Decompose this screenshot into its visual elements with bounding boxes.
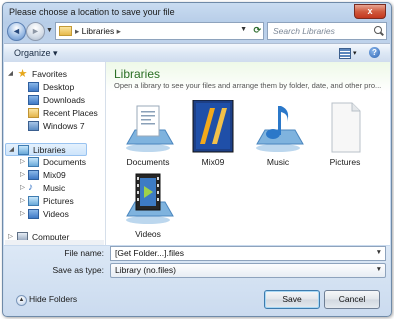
expand-arrow-icon[interactable]: ▷ xyxy=(8,232,13,240)
back-button[interactable]: ◄ xyxy=(7,22,26,41)
nav-horizontal-scrollbar[interactable] xyxy=(5,240,104,245)
star-icon: ★ xyxy=(17,68,28,80)
change-view-icon[interactable] xyxy=(339,48,351,59)
filename-label: File name: xyxy=(64,248,104,258)
organize-menu-button[interactable]: Organize ▾ xyxy=(14,48,58,59)
filename-input[interactable]: [Get Folder...].files xyxy=(115,248,184,258)
nav-item-label: Videos xyxy=(43,209,69,219)
nav-item-music[interactable]: ▷ ♪ Music xyxy=(4,182,105,195)
content-subtitle: Open a library to see your files and arr… xyxy=(114,81,382,90)
music-icon: ♪ xyxy=(28,182,33,193)
nav-item-label: Music xyxy=(43,183,66,193)
nav-item-label: Pictures xyxy=(43,196,74,206)
nav-item-label: Recent Places xyxy=(43,108,98,118)
path-chevron-icon[interactable]: ▸ xyxy=(117,26,121,36)
close-button[interactable]: x xyxy=(354,4,386,19)
recent-places-icon xyxy=(28,108,39,118)
search-box[interactable]: Search Libraries xyxy=(267,22,387,40)
savetype-value: Library (no.files) xyxy=(115,265,176,275)
documents-icon xyxy=(28,157,39,167)
nav-item-videos[interactable]: ▷ Videos xyxy=(4,208,105,221)
search-icon[interactable] xyxy=(374,26,382,34)
address-dropdown-icon[interactable]: ▼ xyxy=(240,26,247,33)
documents-library-icon xyxy=(126,105,174,152)
expand-arrow-icon[interactable]: ▷ xyxy=(20,209,25,217)
address-path-segment[interactable]: Libraries xyxy=(82,26,115,36)
pictures-library-icon xyxy=(331,102,361,153)
save-dialog: Please choose a location to save your fi… xyxy=(2,2,392,317)
savetype-select[interactable]: Library (no.files) ▼ xyxy=(110,263,386,278)
nav-item-label: Desktop xyxy=(43,82,75,92)
view-dropdown-icon[interactable]: ▾ xyxy=(353,49,357,57)
music-library-icon xyxy=(256,106,304,152)
expand-arrow-icon[interactable]: ▷ xyxy=(20,170,25,178)
library-item-music[interactable]: Music xyxy=(247,100,309,172)
nav-libraries[interactable]: ◢ Libraries xyxy=(5,143,87,156)
mix09-library-icon xyxy=(192,100,234,153)
filename-field[interactable]: [Get Folder...].files ▼ xyxy=(110,246,386,261)
expand-arrow-icon[interactable]: ▷ xyxy=(20,196,25,204)
pictures-icon xyxy=(28,196,39,206)
library-label: Pictures xyxy=(329,157,361,167)
nav-favorites-label: Favorites xyxy=(32,69,67,79)
save-button[interactable]: Save xyxy=(264,290,320,309)
library-item-videos[interactable]: Videos xyxy=(117,172,179,244)
filename-dropdown-icon[interactable]: ▼ xyxy=(376,249,382,256)
nav-item-recent-places[interactable]: Recent Places xyxy=(4,107,105,120)
nav-item-downloads[interactable]: Downloads xyxy=(4,94,105,107)
videos-icon xyxy=(28,209,39,219)
library-item-mix09[interactable]: Mix09 xyxy=(182,100,244,172)
dialog-footer: File name: [Get Folder...].files ▼ Save … xyxy=(4,246,390,315)
search-input[interactable]: Search Libraries xyxy=(273,26,335,36)
nav-libraries-label: Libraries xyxy=(33,145,66,155)
downloads-icon xyxy=(28,95,39,105)
collapse-arrow-icon[interactable]: ◢ xyxy=(9,145,14,153)
forward-button[interactable]: ► xyxy=(26,22,45,41)
address-bar[interactable]: ▸ Libraries ▸ ▼ ⟳ xyxy=(55,22,264,40)
nav-item-pictures[interactable]: ▷ Pictures xyxy=(4,195,105,208)
history-dropdown-icon[interactable]: ▼ xyxy=(46,27,53,34)
savetype-dropdown-icon[interactable]: ▼ xyxy=(376,266,382,273)
address-path: ▸ Libraries ▸ xyxy=(75,26,121,37)
hide-folders-label: Hide Folders xyxy=(29,294,78,304)
nav-item-label: Windows 7 xyxy=(43,121,85,131)
mix09-icon xyxy=(28,170,39,180)
desktop-icon xyxy=(28,82,39,92)
nav-item-label: Downloads xyxy=(43,95,86,105)
content-title: Libraries xyxy=(114,67,161,81)
nav-favorites[interactable]: ◢ ★ Favorites xyxy=(4,68,105,81)
chevron-up-icon: ▲ xyxy=(16,295,27,306)
expand-arrow-icon[interactable]: ▷ xyxy=(20,183,25,191)
expand-arrow-icon[interactable]: ▷ xyxy=(20,157,25,165)
title-bar[interactable]: Please choose a location to save your fi… xyxy=(3,3,391,21)
library-label: Mix09 xyxy=(201,157,225,167)
libraries-icon xyxy=(18,145,29,155)
libraries-header: Libraries Open a library to see your fil… xyxy=(106,62,390,92)
path-separator-icon: ▸ xyxy=(75,26,80,36)
library-label: Music xyxy=(266,157,290,167)
command-bar: Organize ▾ ▾ ? xyxy=(4,43,390,63)
library-label: Videos xyxy=(135,229,161,239)
library-item-documents[interactable]: Documents xyxy=(117,100,179,172)
navigation-pane: ◢ ★ Favorites Desktop Downloads Recent P… xyxy=(4,62,106,245)
nav-item-desktop[interactable]: Desktop xyxy=(4,81,105,94)
nav-item-windows-7[interactable]: Windows 7 xyxy=(4,120,105,133)
nav-item-documents[interactable]: ▷ Documents xyxy=(4,156,105,169)
library-label: Documents xyxy=(126,157,170,167)
collapse-arrow-icon[interactable]: ◢ xyxy=(8,69,13,77)
refresh-icon[interactable]: ⟳ xyxy=(253,25,261,36)
nav-item-mix09[interactable]: ▷ Mix09 xyxy=(4,169,105,182)
cancel-button[interactable]: Cancel xyxy=(324,290,380,309)
nav-item-label: Documents xyxy=(43,157,86,167)
nav-item-label: Mix09 xyxy=(43,170,66,180)
videos-library-icon xyxy=(126,173,174,224)
window-title: Please choose a location to save your fi… xyxy=(9,7,175,17)
address-row: ◄ ► ▼ ▸ Libraries ▸ ▼ ⟳ Search Libraries xyxy=(7,22,387,41)
libraries-folder-icon xyxy=(59,26,72,36)
savetype-label: Save as type: xyxy=(52,265,104,275)
windows-7-folder-icon xyxy=(28,121,39,131)
content-pane: Libraries Open a library to see your fil… xyxy=(106,62,390,245)
library-item-pictures[interactable]: Pictures xyxy=(314,100,376,172)
help-icon[interactable]: ? xyxy=(369,47,380,58)
